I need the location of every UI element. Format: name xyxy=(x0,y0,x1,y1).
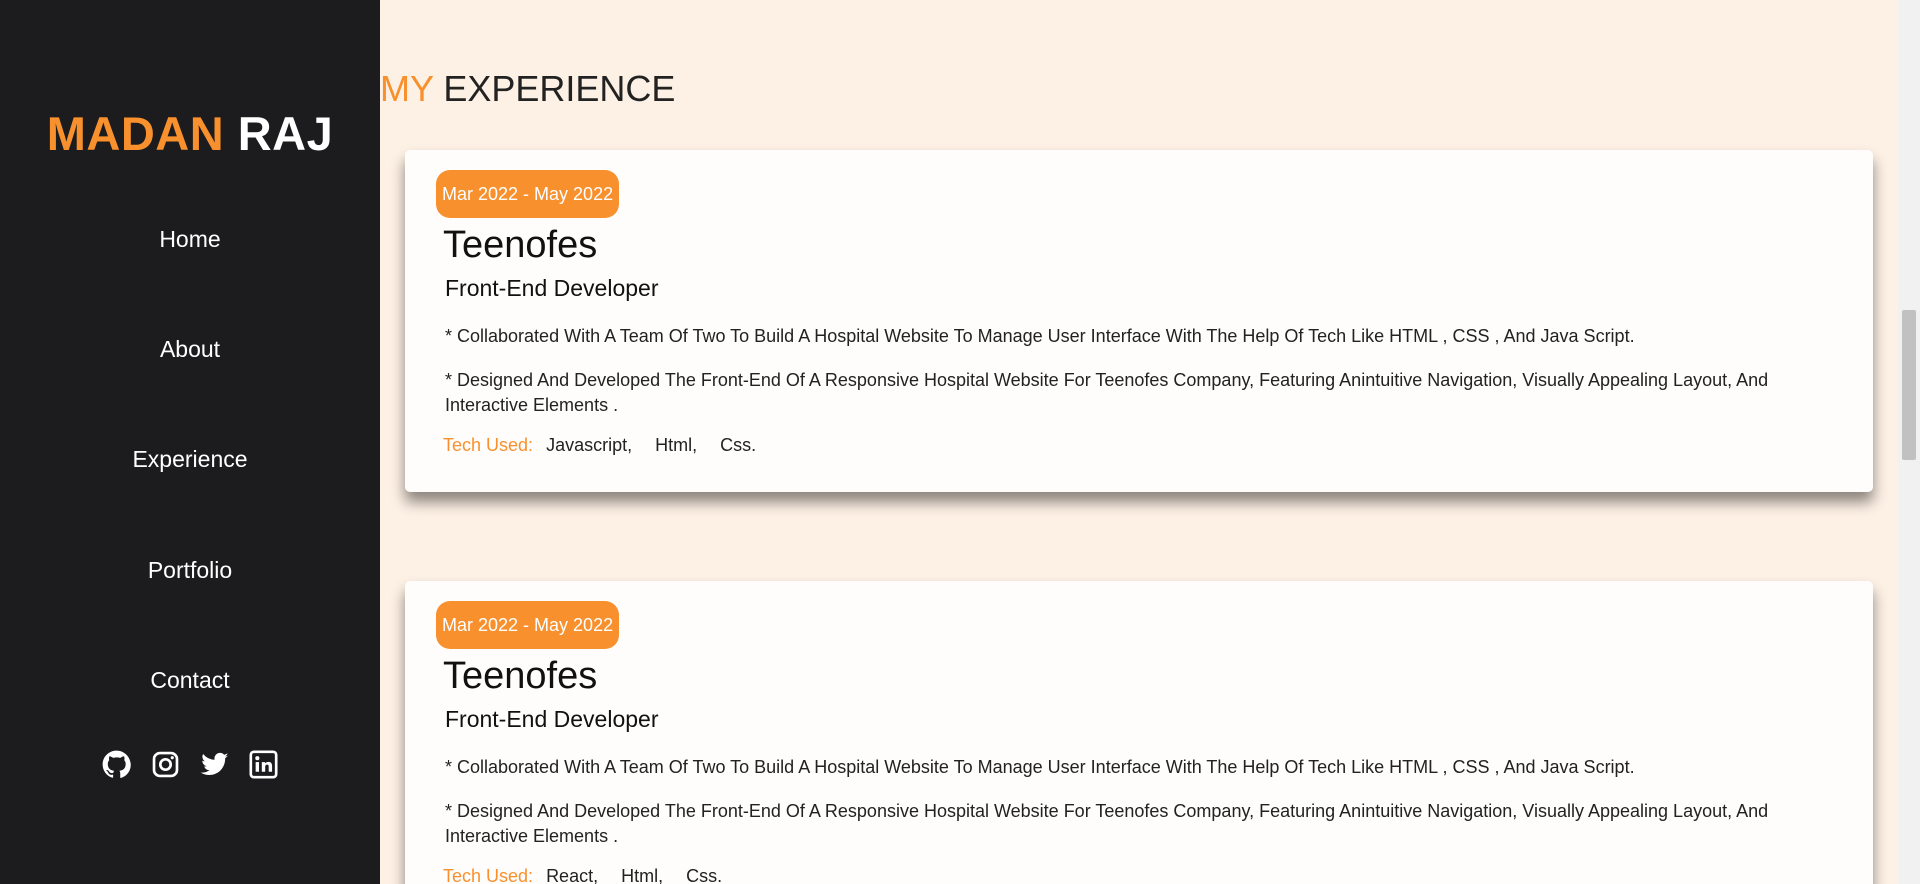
tech-item: Html, xyxy=(621,866,664,884)
tech-used: Tech Used: Javascript, Html, Css. xyxy=(443,435,774,456)
twitter-icon[interactable] xyxy=(200,750,229,779)
brand-logo[interactable]: MADAN RAJ xyxy=(0,106,380,161)
company-name: Teenofes xyxy=(443,224,598,266)
company-name: Teenofes xyxy=(443,655,598,697)
github-icon[interactable] xyxy=(102,750,131,779)
nav-portfolio[interactable]: Portfolio xyxy=(0,557,380,584)
job-role: Front-End Developer xyxy=(445,275,659,301)
brand-first-name: MADAN xyxy=(46,107,225,160)
experience-card: Mar 2022 - May 2022 Teenofes Front-End D… xyxy=(405,150,1873,492)
brand-last-name: RAJ xyxy=(237,107,334,160)
section-title-highlight: MY xyxy=(380,68,434,109)
tech-used-label: Tech Used: xyxy=(443,866,534,884)
experience-bullet: * Designed And Developed The Front-End O… xyxy=(445,801,1769,846)
tech-item: React, xyxy=(546,866,599,884)
sidebar: MADAN RAJ Home About Experience Portfoli… xyxy=(0,0,380,884)
section-title-rest: EXPERIENCE xyxy=(443,68,676,109)
date-badge: Mar 2022 - May 2022 xyxy=(436,170,620,218)
experience-bullet: * Designed And Developed The Front-End O… xyxy=(445,370,1769,415)
nav-contact[interactable]: Contact xyxy=(0,667,380,694)
tech-item: Css. xyxy=(720,435,757,455)
nav-experience[interactable]: Experience xyxy=(0,446,380,473)
nav-about[interactable]: About xyxy=(0,336,380,363)
main-content: MY EXPERIENCE Mar 2022 - May 2022 Teenof… xyxy=(380,0,1898,884)
scrollbar[interactable] xyxy=(1898,0,1920,884)
nav-home[interactable]: Home xyxy=(0,226,380,253)
experience-card: Mar 2022 - May 2022 Teenofes Front-End D… xyxy=(405,581,1873,884)
experience-bullet: * Collaborated With A Team Of Two To Bui… xyxy=(445,757,1635,777)
scrollbar-thumb[interactable] xyxy=(1902,310,1916,460)
tech-item: Javascript, xyxy=(546,435,633,455)
job-role: Front-End Developer xyxy=(445,706,659,732)
section-title: MY EXPERIENCE xyxy=(380,68,675,110)
date-badge: Mar 2022 - May 2022 xyxy=(436,601,620,649)
linkedin-icon[interactable] xyxy=(249,750,278,779)
instagram-icon[interactable] xyxy=(151,750,180,779)
social-links xyxy=(0,750,380,779)
tech-item: Html, xyxy=(655,435,698,455)
tech-item: Css. xyxy=(686,866,723,884)
tech-used-label: Tech Used: xyxy=(443,435,534,455)
tech-used: Tech Used: React, Html, Css. xyxy=(443,866,740,884)
experience-bullet: * Collaborated With A Team Of Two To Bui… xyxy=(445,326,1635,346)
